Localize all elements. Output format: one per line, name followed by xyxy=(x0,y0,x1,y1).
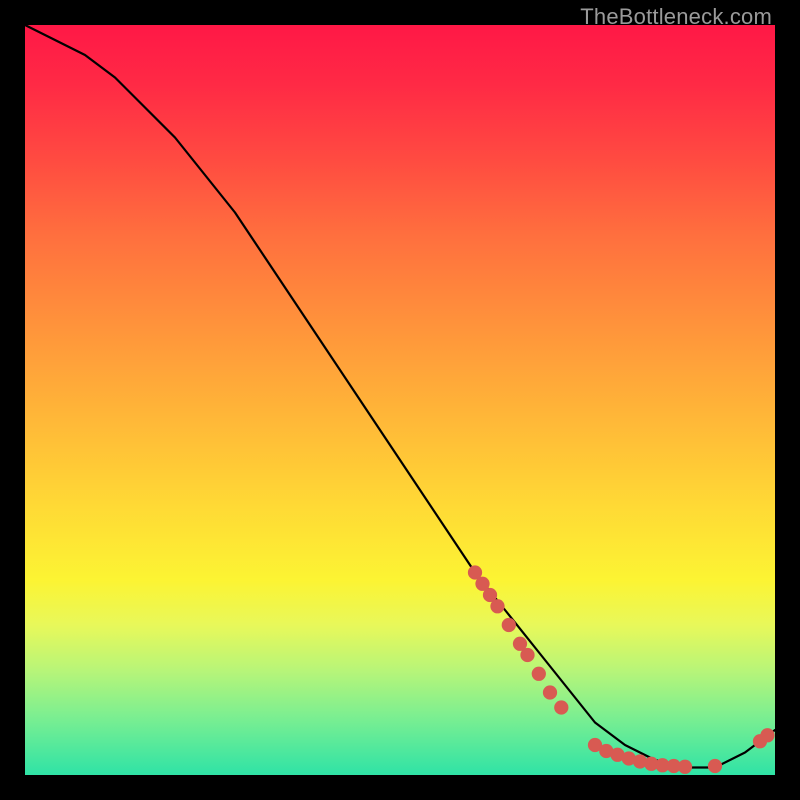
chart-frame: TheBottleneck.com xyxy=(0,0,800,800)
chart-svg xyxy=(25,25,775,775)
gpu-point xyxy=(490,599,504,613)
gpu-point xyxy=(543,685,557,699)
bottleneck-curve xyxy=(25,25,775,768)
plot-area xyxy=(25,25,775,775)
gpu-point xyxy=(554,700,568,714)
gpu-point xyxy=(532,667,546,681)
gpu-point xyxy=(708,759,722,773)
gpu-point xyxy=(502,618,516,632)
gpu-point xyxy=(760,728,774,742)
gpu-point xyxy=(520,648,534,662)
gpu-point xyxy=(678,760,692,774)
